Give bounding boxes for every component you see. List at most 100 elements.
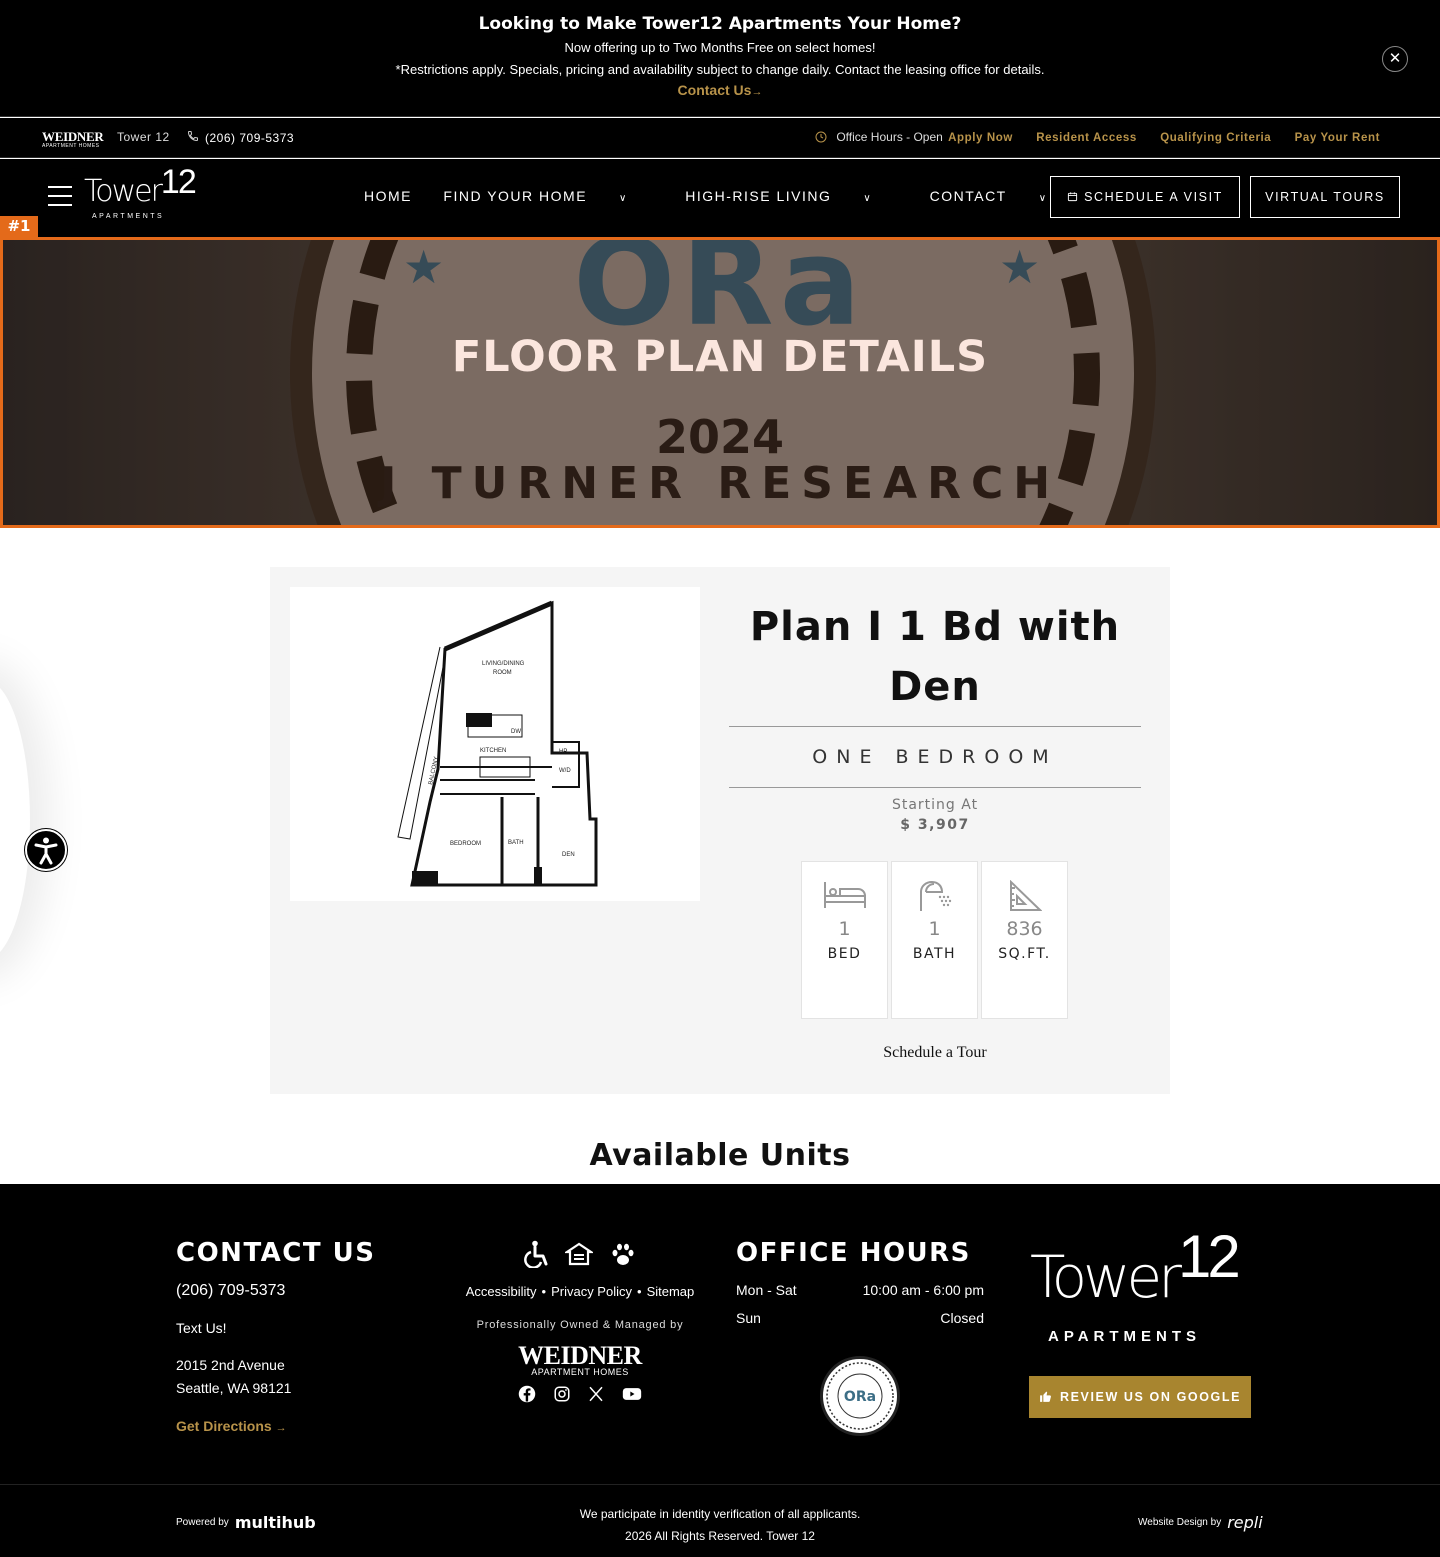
drawing-label: BEDROOM [450, 841, 481, 847]
hours-time: Closed [940, 1310, 984, 1326]
wheelchair-icon [523, 1240, 549, 1273]
nav-item-find-your-home[interactable]: FIND YOUR HOME ∨ [443, 188, 653, 204]
repli-logo: repli [1227, 1513, 1263, 1532]
footer-office-hours: OFFICE HOURS Mon - Sat 10:00 am - 6:00 pm… [736, 1238, 984, 1436]
thumbs-up-icon [1039, 1390, 1060, 1404]
property-name: Tower 12 [117, 130, 170, 144]
privacy-policy-link[interactable]: Privacy Policy [551, 1284, 632, 1299]
resident-access-link[interactable]: Resident Access [1036, 132, 1137, 144]
text-us-link[interactable]: Text Us! [176, 1320, 376, 1336]
promo-fine-print: *Restrictions apply. Specials, pricing a… [395, 62, 1045, 77]
logo-text: Tower [1030, 1243, 1182, 1311]
available-units-heading: Available Units [589, 1138, 851, 1173]
promo-headline: Looking to Make Tower12 Apartments Your … [478, 14, 962, 34]
close-icon[interactable]: ✕ [1382, 46, 1408, 72]
site-footer: CONTACT US (206) 709-5373 Text Us! 2015 … [0, 1184, 1440, 1557]
youtube-icon[interactable] [622, 1385, 642, 1408]
accessibility-widget-button[interactable] [25, 829, 67, 871]
drawing-label: BATH [508, 840, 524, 846]
drawing-label: DW [511, 729, 521, 735]
accessibility-icon [27, 837, 65, 873]
qualifying-criteria-link[interactable]: Qualifying Criteria [1160, 132, 1271, 144]
drawing-label: LIVING/DINING [482, 661, 525, 667]
nav-item-label: HIGH-RISE LIVING [685, 188, 832, 204]
starting-at-label: Starting At [891, 797, 979, 813]
clock-icon [815, 130, 830, 144]
promo-banner: Looking to Make Tower12 Apartments Your … [0, 0, 1440, 117]
apply-now-link[interactable]: Apply Now [948, 132, 1013, 144]
office-hours-title: OFFICE HOURS [736, 1238, 971, 1268]
weidner-logo[interactable]: WEIDNER APARTMENT HOMES [42, 129, 104, 149]
stat-label: SQ.FT. [998, 946, 1051, 962]
weidner-logo-text: WEIDNER [42, 129, 104, 144]
annotation-badge: #1 [0, 216, 38, 237]
stat-value: 1 [928, 918, 941, 940]
nav-menu: HOME FIND YOUR HOME ∨ HIGH-RISE LIVING ∨ C… [364, 188, 1100, 204]
footer-address: 2015 2nd Avenue Seattle, WA 98121 [176, 1354, 376, 1400]
drawing-label: KITCHEN [480, 748, 506, 754]
schedule-tour-link[interactable]: Schedule a Tour [729, 1044, 1141, 1062]
shower-icon [892, 880, 977, 914]
facebook-icon[interactable] [518, 1385, 536, 1408]
hours-time: 10:00 am - 6:00 pm [862, 1282, 984, 1298]
instagram-icon[interactable] [553, 1385, 571, 1408]
compliance-icons [440, 1240, 720, 1272]
hamburger-menu-icon[interactable] [48, 186, 72, 206]
footer-phone-link[interactable]: (206) 709-5373 [176, 1282, 376, 1300]
separator: • [541, 1284, 547, 1299]
nav-item-high-rise-living[interactable]: HIGH-RISE LIVING ∨ [685, 188, 898, 204]
ruler-triangle-icon [982, 879, 1067, 914]
seal-brand: ORa [844, 1389, 876, 1405]
weidner-footer-logo[interactable]: WEIDNER APARTMENT HOMES [440, 1341, 720, 1377]
drawing-label: ROOM [493, 670, 512, 676]
virtual-tours-button[interactable]: VIRTUAL TOURS [1250, 176, 1400, 218]
weidner-logo-text: WEIDNER [518, 1341, 642, 1370]
phone-icon [187, 130, 199, 145]
stat-value: 836 [1006, 918, 1043, 940]
drawing-label: DEN [562, 852, 575, 858]
footer-links: Accessibility • Privacy Policy • Sitemap [440, 1284, 720, 1299]
promo-contact-label: Contact Us [677, 82, 752, 98]
get-directions-link[interactable]: Get Directions → [176, 1418, 376, 1434]
promo-contact-link[interactable]: Contact Us→ [0, 82, 1440, 98]
floor-plan-drawing[interactable]: LIVING/DINING ROOM KITCHEN BEDROOM BATH … [290, 587, 700, 901]
hours-day: Sun [736, 1310, 761, 1326]
ownership-note: Professionally Owned & Managed by [476, 1319, 684, 1331]
phone-link[interactable]: (206) 709-5373 [187, 130, 294, 145]
equal-housing-icon [563, 1242, 595, 1273]
drawing-label: W/D [559, 768, 571, 774]
footer-middle: Accessibility • Privacy Policy • Sitemap Pro… [440, 1240, 720, 1408]
nav-item-home[interactable]: HOME [364, 188, 412, 204]
arrow-right-icon: → [751, 86, 763, 98]
website-design-link[interactable]: Website Design by repli [1138, 1513, 1263, 1532]
accessibility-link[interactable]: Accessibility [466, 1284, 537, 1299]
hero-banner: ★ ★ ORa 2024 J TURNER RESEARCH FLOOR PLA… [0, 237, 1440, 528]
hours-row: Sun Closed [736, 1310, 984, 1326]
main-nav: Tower12 APARTMENTS HOME FIND YOUR HOME ∨ … [0, 159, 1440, 237]
pay-rent-link[interactable]: Pay Your Rent [1295, 132, 1380, 144]
sitemap-link[interactable]: Sitemap [647, 1284, 695, 1299]
stat-bath: 1 BATH [891, 861, 978, 1019]
office-hours-status: Office Hours - Open [815, 130, 943, 144]
logo-text: Tower [84, 174, 163, 209]
plan-info: Plan I 1 Bd with Den ONE BEDROOM Startin… [729, 597, 1141, 833]
stat-label: BED [827, 946, 862, 962]
review-google-button[interactable]: REVIEW US ON GOOGLE [1029, 1376, 1251, 1418]
arrow-right-icon: → [275, 1422, 287, 1434]
bed-icon [802, 880, 887, 914]
drawing-label: HP [559, 749, 567, 755]
address-line: Seattle, WA 98121 [176, 1380, 292, 1396]
floor-plan-card: LIVING/DINING ROOM KITCHEN BEDROOM BATH … [270, 567, 1170, 1094]
chevron-down-icon: ∨ [863, 193, 873, 204]
weidner-logo-sub: APARTMENT HOMES [531, 1367, 629, 1377]
x-twitter-icon[interactable] [587, 1385, 605, 1408]
office-hours-label: Office Hours - Open [836, 130, 943, 144]
footer-bottom: Powered by multihub We participate in ide… [0, 1484, 1440, 1557]
tower12-footer-logo[interactable]: Tower12 APARTMENTS [1030, 1223, 1241, 1345]
schedule-visit-button[interactable]: SCHEDULE A VISIT [1050, 176, 1240, 218]
utility-bar: WEIDNER APARTMENT HOMES Tower 12 (206) 7… [0, 118, 1440, 158]
review-label: REVIEW US ON GOOGLE [1059, 1390, 1242, 1404]
tower12-logo[interactable]: Tower12 APARTMENTS [84, 163, 197, 220]
hours-row: Mon - Sat 10:00 am - 6:00 pm [736, 1282, 984, 1298]
chevron-down-icon: ∨ [619, 193, 628, 204]
